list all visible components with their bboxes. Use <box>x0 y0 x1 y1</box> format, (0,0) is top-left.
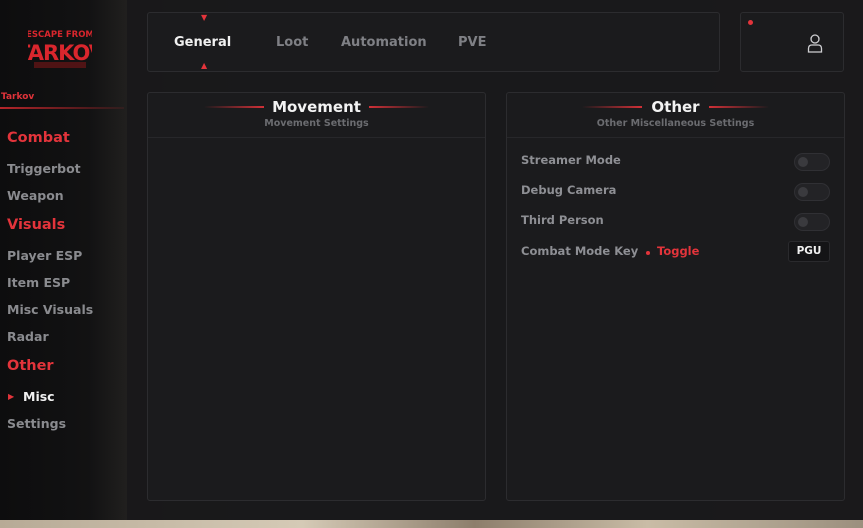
sidebar: ESCAPE FROM TARKOV Tarkov Combat Trigger… <box>0 0 127 520</box>
nav-item-weapon[interactable]: Weapon <box>7 188 64 203</box>
movement-card: Movement Movement Settings <box>147 92 486 501</box>
tab-general[interactable]: General <box>174 35 231 50</box>
user-panel <box>740 12 844 72</box>
game-label: Tarkov <box>1 92 35 102</box>
nav-category-visuals[interactable]: Visuals <box>7 217 65 233</box>
nav-item-radar[interactable]: Radar <box>7 329 49 344</box>
third-person-toggle[interactable] <box>794 213 830 231</box>
combat-mode-toggle-option[interactable]: Toggle <box>657 244 699 258</box>
nav-item-triggerbot[interactable]: Triggerbot <box>7 161 81 176</box>
tab-bar: ▼ General ▲ Loot Automation PVE <box>147 12 720 72</box>
nav-category-combat[interactable]: Combat <box>7 130 70 146</box>
nav-item-misc[interactable]: Misc <box>23 389 55 404</box>
tab-bottom-marker-icon: ▲ <box>201 61 208 70</box>
active-arrow-icon: ▶ <box>8 392 15 401</box>
debug-camera-label: Debug Camera <box>521 183 617 197</box>
nav-item-misc-visuals[interactable]: Misc Visuals <box>7 302 93 317</box>
combat-mode-key-label: Combat Mode Key <box>521 244 639 258</box>
nav-item-player-esp[interactable]: Player ESP <box>7 248 82 263</box>
notification-dot <box>748 20 753 25</box>
toggle-knob <box>798 187 808 197</box>
debug-camera-toggle[interactable] <box>794 183 830 201</box>
streamer-mode-label: Streamer Mode <box>521 153 621 167</box>
svg-text:ESCAPE FROM: ESCAPE FROM <box>28 30 92 40</box>
third-person-label: Third Person <box>521 213 604 227</box>
other-card-header: Other Other Miscellaneous Settings <box>507 93 844 138</box>
combat-mode-keybind[interactable]: PGU <box>788 241 830 262</box>
other-subtitle: Other Miscellaneous Settings <box>596 118 755 129</box>
movement-title: Movement <box>272 98 361 116</box>
movement-subtitle: Movement Settings <box>264 118 369 129</box>
svg-text:TARKOV: TARKOV <box>28 41 92 65</box>
movement-card-header: Movement Movement Settings <box>148 93 485 138</box>
background-scene <box>0 520 863 528</box>
other-title: Other <box>651 98 700 116</box>
main-panel: ▼ General ▲ Loot Automation PVE Movement… <box>127 0 863 520</box>
tab-loot[interactable]: Loot <box>276 35 308 50</box>
sidebar-divider <box>0 107 124 109</box>
tab-automation[interactable]: Automation <box>341 35 427 50</box>
streamer-mode-toggle[interactable] <box>794 153 830 171</box>
nav-category-other[interactable]: Other <box>7 358 54 374</box>
tab-top-marker-icon: ▼ <box>201 13 208 22</box>
toggle-knob <box>798 217 808 227</box>
nav-item-item-esp[interactable]: Item ESP <box>7 275 70 290</box>
escape-from-tarkov-logo: ESCAPE FROM TARKOV <box>28 30 92 68</box>
tab-pve[interactable]: PVE <box>458 35 486 50</box>
nav-item-settings[interactable]: Settings <box>7 416 66 431</box>
mode-dot <box>646 251 650 255</box>
toggle-knob <box>798 157 808 167</box>
other-card: Other Other Miscellaneous Settings Strea… <box>506 92 845 501</box>
user-icon[interactable] <box>807 33 823 53</box>
